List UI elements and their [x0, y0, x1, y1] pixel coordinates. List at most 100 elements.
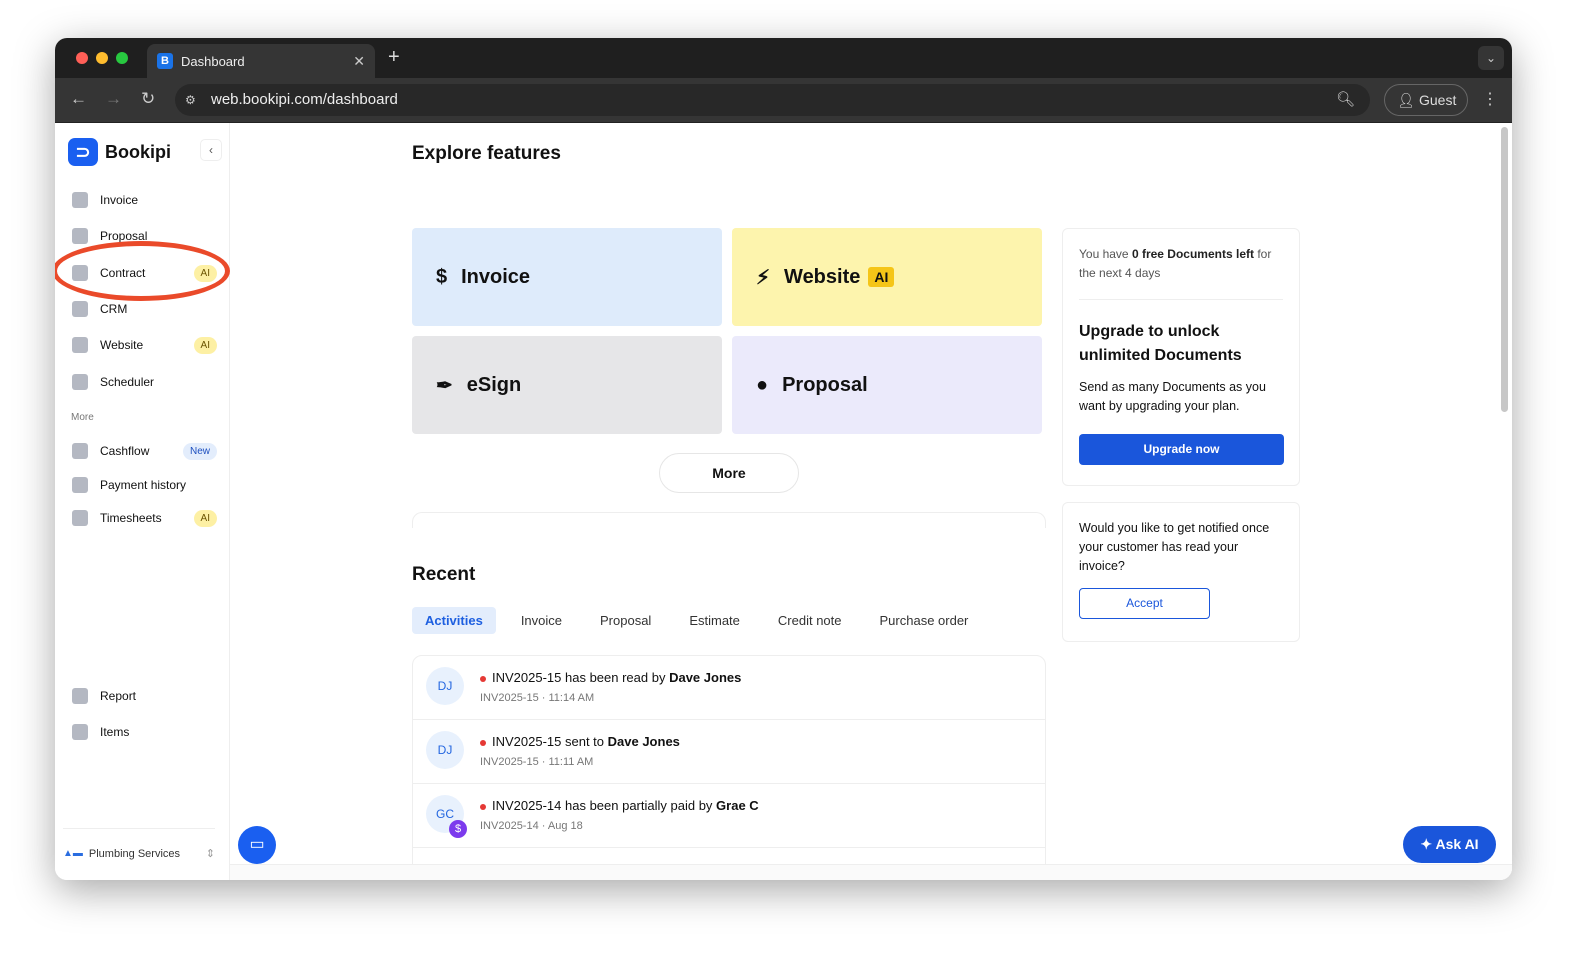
feature-card-website[interactable]: ⚡︎ Website AI: [732, 228, 1042, 326]
new-tab-button[interactable]: +: [388, 46, 400, 69]
ai-badge: AI: [193, 336, 217, 354]
avatar: DJ: [426, 731, 464, 769]
tab-purchase-order[interactable]: Purchase order: [867, 607, 982, 634]
browser-menu-icon[interactable]: ⋮: [1482, 89, 1498, 109]
documents-left-text: You have 0 free Documents left for the n…: [1079, 245, 1283, 300]
activity-text: INV2025-14 has been partially paid by: [492, 798, 717, 813]
site-settings-icon[interactable]: ⚙: [185, 84, 196, 116]
maximize-window-button[interactable]: [116, 52, 128, 64]
chat-support-button[interactable]: ▭: [238, 826, 276, 864]
items-icon: [72, 724, 88, 740]
sidebar-item-label: Report: [100, 689, 137, 703]
website-icon: [72, 337, 88, 353]
app-page: ⊃ Bookipi ‹ Invoice Proposal Contract AI C…: [55, 123, 1512, 880]
url-text: web.bookipi.com/dashboard: [211, 91, 398, 108]
notify-panel: Would you like to get notified once your…: [1062, 502, 1300, 642]
sidebar-item-timesheets[interactable]: Timesheets AI: [72, 506, 217, 530]
list-item[interactable]: DJ INV2025-15 sent to Dave Jones INV2025-1…: [413, 720, 1045, 784]
list-item[interactable]: GC $ INV2025-14 has been partially paid by…: [413, 784, 1045, 848]
profile-button[interactable]: 👤︎ Guest: [1384, 84, 1468, 116]
business-switcher[interactable]: ▲▬ Plumbing Services ⇕: [63, 828, 215, 860]
scheduler-icon: [72, 374, 88, 390]
more-features-button[interactable]: More: [659, 453, 799, 493]
accept-button[interactable]: Accept: [1079, 588, 1210, 619]
brand-logo[interactable]: ⊃ Bookipi: [68, 138, 171, 166]
customer-name: Dave Jones: [669, 670, 742, 685]
sidebar-item-label: Payment history: [100, 478, 187, 492]
sidebar-item-scheduler[interactable]: Scheduler: [72, 370, 217, 394]
sidebar-item-label: Scheduler: [100, 375, 155, 389]
tab-search-button[interactable]: ⌄: [1478, 46, 1504, 70]
proposal-icon: [72, 228, 88, 244]
zoom-icon[interactable]: 🔍︎: [1336, 84, 1355, 116]
tab-invoice[interactable]: Invoice: [508, 607, 575, 634]
feature-card-proposal[interactable]: ● Proposal: [732, 336, 1042, 434]
upgrade-now-button[interactable]: Upgrade now: [1079, 434, 1284, 465]
unread-dot: [480, 739, 486, 746]
sidebar-item-cashflow[interactable]: Cashflow New: [72, 439, 217, 463]
collapse-sidebar-button[interactable]: ‹: [200, 139, 222, 161]
minimize-window-button[interactable]: [96, 52, 108, 64]
ask-ai-button[interactable]: ✦ Ask AI: [1403, 826, 1496, 863]
sidebar-item-website[interactable]: Website AI: [72, 333, 217, 357]
feature-card-esign[interactable]: ✒ eSign: [412, 336, 722, 434]
card-label: Proposal: [782, 373, 868, 396]
feature-card-invoice[interactable]: $ Invoice: [412, 228, 722, 326]
divider: [412, 512, 1046, 528]
notify-text: Would you like to get notified once your…: [1079, 521, 1270, 573]
sidebar-item-payment-history[interactable]: Payment history: [72, 473, 217, 497]
annotation-circle: [55, 241, 230, 301]
tab-bar: B Dashboard ✕ + ⌄: [55, 38, 1512, 78]
profile-label: Guest: [1419, 92, 1457, 108]
address-bar-row: ← → ↻ ⚙ web.bookipi.com/dashboard 🔍︎ 👤︎ Gue…: [55, 78, 1512, 123]
activity-meta: INV2025-15 · 11:14 AM: [480, 692, 595, 704]
new-badge: New: [182, 442, 217, 460]
profile-icon: 👤︎: [1397, 92, 1415, 108]
tab-activities[interactable]: Activities: [412, 607, 496, 634]
url-input[interactable]: ⚙ web.bookipi.com/dashboard 🔍︎: [175, 84, 1370, 116]
tab-title: Dashboard: [181, 53, 245, 69]
browser-tab[interactable]: B Dashboard ✕: [147, 44, 375, 78]
activity-text: INV2025-15 sent to: [492, 734, 608, 749]
sidebar-item-label: Timesheets: [100, 511, 162, 525]
sidebar-item-invoice[interactable]: Invoice: [72, 188, 217, 212]
browser-window: B Dashboard ✕ + ⌄ ← → ↻ ⚙ web.bookipi.com/d…: [55, 38, 1512, 880]
customer-name: Dave Jones: [607, 734, 680, 749]
brand-name: Bookipi: [105, 141, 171, 162]
tab-proposal[interactable]: Proposal: [587, 607, 664, 634]
explore-title: Explore features: [412, 143, 561, 164]
list-item[interactable]: DJ INV2025-15 has been read by Dave Jones…: [413, 656, 1045, 720]
bulb-icon: ●: [756, 373, 769, 396]
upgrade-title: Upgrade to unlock unlimited Documents: [1079, 323, 1242, 364]
crm-icon: [72, 301, 88, 317]
sidebar-item-label: Cashflow: [100, 444, 150, 458]
sidebar-item-report[interactable]: Report: [72, 684, 217, 708]
forward-icon[interactable]: →: [105, 89, 122, 109]
sparkle-icon: ✦: [1420, 836, 1436, 852]
close-tab-icon[interactable]: ✕: [353, 53, 365, 70]
sidebar-item-label: Items: [100, 725, 130, 739]
sidebar: ⊃ Bookipi ‹ Invoice Proposal Contract AI C…: [55, 123, 230, 880]
close-window-button[interactable]: [76, 52, 88, 64]
upgrade-body: Send as many Documents as you want by up…: [1079, 380, 1266, 413]
activity-meta: INV2025-14 · Aug 18: [480, 820, 583, 832]
scrollbar[interactable]: [1501, 127, 1508, 412]
report-icon: [72, 688, 88, 704]
sidebar-item-label: Website: [100, 338, 144, 352]
payment-history-icon: [72, 477, 88, 493]
customer-name: Grae C: [716, 798, 759, 813]
pen-icon: ✒: [436, 374, 453, 397]
card-label: Website: [784, 265, 861, 288]
sidebar-item-items[interactable]: Items: [72, 720, 217, 744]
card-label: Invoice: [461, 265, 531, 288]
unread-dot: [480, 675, 486, 682]
business-name: Plumbing Services: [88, 847, 180, 860]
reload-icon[interactable]: ↻: [141, 89, 155, 109]
tab-estimate[interactable]: Estimate: [676, 607, 753, 634]
bottom-edge: [230, 864, 1512, 880]
bookipi-favicon-icon: B: [157, 53, 173, 69]
back-icon[interactable]: ←: [70, 89, 87, 109]
tab-credit-note[interactable]: Credit note: [765, 607, 855, 634]
activity-meta: INV2025-15 · 11:11 AM: [480, 756, 594, 768]
invoice-icon: [72, 192, 88, 208]
